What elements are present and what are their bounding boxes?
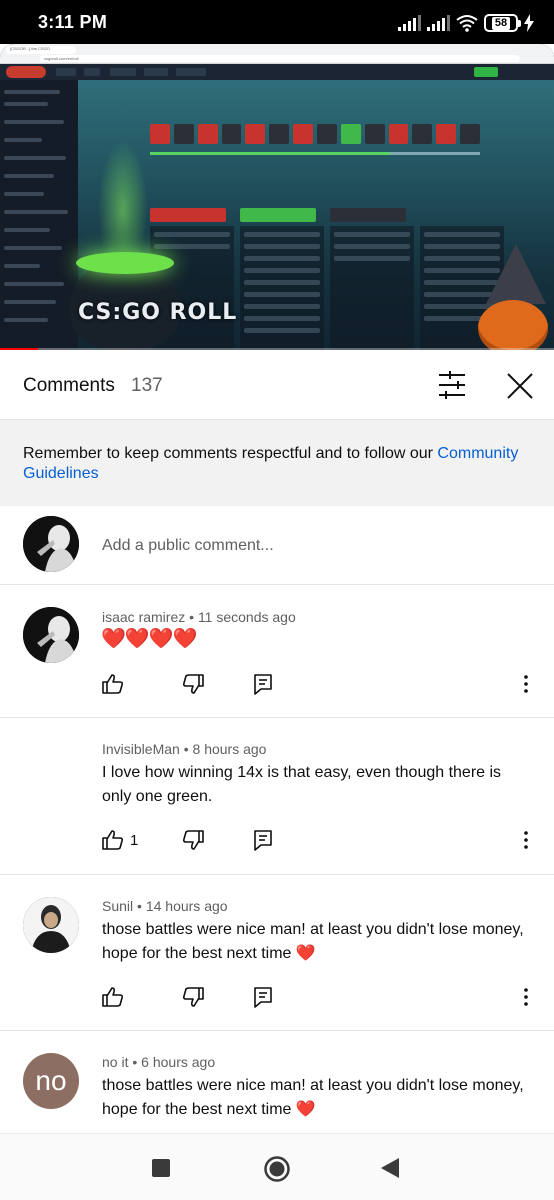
comment-actions (102, 673, 542, 697)
avatar[interactable] (23, 607, 79, 663)
comment-item: isaac ramirez • 11 seconds ago ❤️❤️❤️❤️ (0, 585, 554, 718)
thumbs-down-icon[interactable] (182, 829, 204, 851)
home-icon[interactable] (263, 1155, 291, 1183)
close-icon[interactable] (504, 370, 536, 402)
video-chat-panel (0, 80, 78, 350)
comment-text: those battles were nice man! at least yo… (102, 918, 532, 966)
video-game-scene: CS:GO ROLL (70, 80, 554, 350)
battery-icon: 58 (484, 14, 521, 32)
comment-author[interactable]: isaac ramirez (102, 609, 185, 625)
video-browser-url: csgoroll.com/en/roll (40, 55, 520, 62)
more-vert-icon[interactable] (522, 986, 530, 1008)
comment-time: 6 hours ago (141, 1054, 216, 1070)
signal-icon-2 (427, 15, 450, 31)
comment-author[interactable]: InvisibleMan (102, 741, 180, 757)
more-vert-icon[interactable] (522, 673, 530, 695)
roll-progress (150, 152, 480, 155)
system-nav-bar (0, 1133, 554, 1200)
signal-icon (398, 15, 421, 31)
back-icon[interactable] (381, 1158, 399, 1178)
meta-separator: • (133, 898, 146, 914)
video-deposit-button (474, 67, 498, 77)
video-site-logo (6, 66, 46, 78)
thumbs-up-icon[interactable] (102, 986, 124, 1008)
video-browser-bar: [CSGOR...] the CSGO csgoroll.com/en/roll (0, 44, 554, 64)
avatar[interactable] (23, 897, 79, 953)
status-bar: 3:11 PM 58 (0, 0, 554, 44)
comment-text: those battles were nice man! at least yo… (102, 1074, 532, 1122)
guidelines-text: Remember to keep comments respectful and… (23, 445, 438, 462)
roll-strip (150, 124, 481, 146)
like-count: 1 (130, 832, 139, 849)
comment-author[interactable]: Sunil (102, 898, 133, 914)
comment-time: 11 seconds ago (197, 609, 296, 625)
comments-count: 137 (131, 375, 163, 396)
thumbs-up-icon[interactable] (102, 673, 124, 695)
comment-meta: Sunil • 14 hours ago (102, 898, 228, 914)
comment-actions (102, 986, 542, 1010)
video-player[interactable]: [CSGOR...] the CSGO csgoroll.com/en/roll (0, 44, 554, 350)
wifi-icon (456, 15, 478, 32)
avatar[interactable]: no (23, 1053, 79, 1109)
recents-icon[interactable] (152, 1159, 170, 1177)
avatar (23, 516, 79, 572)
status-time: 3:11 PM (38, 12, 108, 32)
meta-separator: • (128, 1054, 142, 1070)
witch-hat-graphic (486, 244, 546, 304)
tune-icon[interactable] (436, 370, 468, 400)
charging-icon (524, 14, 534, 32)
status-icons: 58 (398, 12, 534, 34)
comment-item: Sunil • 14 hours ago those battles were … (0, 875, 554, 1031)
thumbs-up-icon[interactable] (102, 829, 124, 851)
video-logo-text: CS:GO ROLL (78, 300, 238, 325)
pumpkin-graphic (478, 300, 548, 350)
comment-meta: no it • 6 hours ago (102, 1054, 215, 1070)
comment-author[interactable]: no it (102, 1054, 128, 1070)
comment-item: no no it • 6 hours ago those battles wer… (0, 1031, 554, 1133)
reply-icon[interactable] (252, 829, 274, 851)
comments-header: Comments 137 (0, 350, 554, 420)
comment-item: InvisibleMan • 8 hours ago I love how wi… (0, 718, 554, 874)
comment-actions: 1 (102, 829, 542, 853)
reply-icon[interactable] (252, 986, 274, 1008)
meta-separator: • (185, 609, 198, 625)
meta-separator: • (179, 741, 193, 757)
video-site-header (0, 64, 554, 80)
battery-level: 58 (491, 16, 511, 30)
guidelines-banner: Remember to keep comments respectful and… (0, 420, 554, 506)
comment-time: 14 hours ago (145, 898, 228, 914)
video-browser-tab: [CSGOR...] the CSGO (6, 46, 76, 54)
thumbs-down-icon[interactable] (182, 673, 204, 695)
comment-text: I love how winning 14x is that easy, eve… (102, 764, 502, 805)
comment-meta: isaac ramirez • 11 seconds ago (102, 609, 296, 625)
heart-emoji: ❤️ (295, 1101, 316, 1118)
comments-title: Comments (23, 375, 115, 396)
heart-emoji: ❤️ (295, 945, 316, 962)
add-comment-row[interactable]: Add a public comment... (0, 506, 554, 585)
add-comment-input[interactable]: Add a public comment... (102, 537, 274, 555)
comment-time: 8 hours ago (192, 741, 267, 757)
reply-icon[interactable] (252, 673, 274, 695)
comment-text: ❤️❤️❤️❤️ (101, 628, 198, 650)
thumbs-down-icon[interactable] (182, 986, 204, 1008)
comment-meta: InvisibleMan • 8 hours ago (102, 741, 266, 757)
more-vert-icon[interactable] (522, 829, 530, 851)
